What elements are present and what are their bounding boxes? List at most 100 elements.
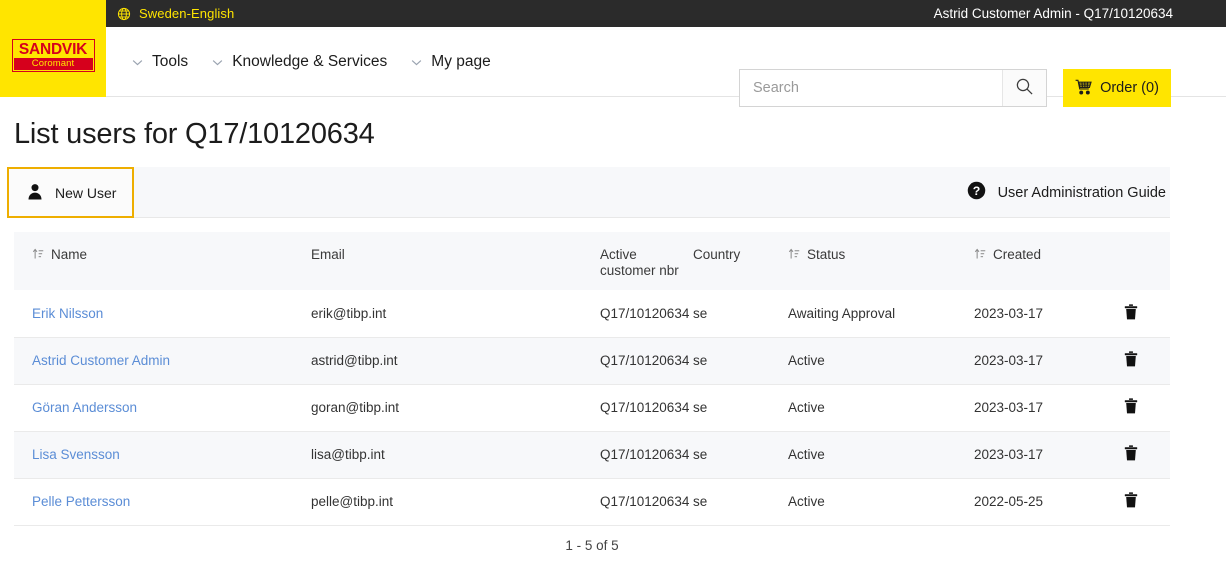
cell-email: lisa@tibp.int [311,447,385,462]
delete-user-button[interactable] [1124,492,1138,511]
nav-item-tools[interactable]: Tools [120,27,200,97]
table-row: Pelle Pettersson pelle@tibp.int Q17/1012… [14,478,1170,525]
logo-subwordmark: Coromant [13,58,93,70]
search-icon [1015,77,1034,99]
globe-icon [117,7,131,21]
new-user-button-label: New User [55,184,117,201]
cell-delete [1124,384,1170,431]
cell-active-customer-nbr: Q17/10120634 [600,305,690,321]
cell-active-customer-nbr: Q17/10120634 [600,400,690,415]
cell-status: Active [788,400,825,415]
cell-name: Astrid Customer Admin [14,337,311,384]
account-indicator[interactable]: Astrid Customer Admin - Q17/10120634 [934,0,1173,27]
cell-country: se [693,400,708,415]
cell-created: 2023-03-17 [974,400,1044,415]
main-navigation: Tools Knowledge & Services My page [120,27,503,97]
column-header-country-label: Country [693,247,741,262]
users-table-body: Erik Nilsson erik@tibp.int Q17/10120634 … [14,290,1170,525]
sandvik-coromant-logo[interactable]: SANDVIK Coromant [0,0,106,97]
chevron-down-icon [212,59,223,66]
sort-ascending-icon [32,248,44,263]
column-header-created[interactable]: Created [974,232,1124,290]
trash-icon [1124,304,1138,323]
chevron-down-icon [132,59,143,66]
cell-active-customer-nbr: Q17/10120634 [600,447,690,462]
cell-country: se [693,305,708,321]
user-link[interactable]: Lisa Svensson [32,447,120,462]
user-link[interactable]: Erik Nilsson [32,306,103,321]
search-button[interactable] [1002,70,1046,106]
order-button[interactable]: Order (0) [1063,69,1171,107]
cell-created: 2023-03-17 [974,353,1044,368]
column-header-email: Email [311,232,600,290]
column-header-email-label: Email [311,247,345,262]
table-action-bar: New User ? User Administration Guide [7,167,1170,218]
users-table-head: Name Email Active customer nbr Country S… [14,232,1170,290]
site-header: SANDVIK Coromant Tools Knowledge & Servi… [0,0,1226,107]
delete-user-button[interactable] [1124,398,1138,417]
page-title: List users for Q17/10120634 [14,118,375,150]
cell-country: se [693,447,708,462]
nav-item-knowledge-services[interactable]: Knowledge & Services [200,27,399,97]
nav-item-knowledge-services-label: Knowledge & Services [232,53,388,70]
cell-delete [1124,337,1170,384]
logo-wordmark: SANDVIK [18,41,88,58]
nav-item-my-page-label: My page [431,53,491,70]
column-header-active-customer-nbr-label: Active customer nbr [600,247,679,278]
table-row: Erik Nilsson erik@tibp.int Q17/10120634 … [14,290,1170,337]
cell-status: Active [788,447,825,462]
cell-status: Awaiting Approval [788,305,896,321]
nav-item-tools-label: Tools [152,53,189,70]
order-button-label: Order (0) [1100,80,1159,96]
cell-name: Pelle Pettersson [14,478,311,525]
cell-name: Lisa Svensson [14,431,311,478]
column-header-delete [1124,232,1170,290]
language-label: Sweden-English [139,6,235,21]
trash-icon [1124,445,1138,464]
cell-country: se [693,353,708,368]
column-header-name-label: Name [51,247,88,262]
delete-user-button[interactable] [1124,351,1138,370]
user-link[interactable]: Astrid Customer Admin [32,353,170,368]
user-link[interactable]: Pelle Pettersson [32,494,130,509]
user-administration-guide-label: User Administration Guide [997,184,1166,201]
cell-active-customer-nbr: Q17/10120634 [600,353,690,368]
user-administration-guide-link[interactable]: ? User Administration Guide [967,167,1166,218]
table-row: Lisa Svensson lisa@tibp.int Q17/10120634… [14,431,1170,478]
cell-delete [1124,290,1170,337]
trash-icon [1124,351,1138,370]
user-link[interactable]: Göran Andersson [32,400,137,415]
pagination: 1 - 5 of 5 [14,537,1170,555]
table-row: Göran Andersson goran@tibp.int Q17/10120… [14,384,1170,431]
new-user-button[interactable]: New User [7,167,134,218]
cell-delete [1124,431,1170,478]
nav-item-my-page[interactable]: My page [399,27,502,97]
cart-icon [1075,79,1092,98]
column-header-name[interactable]: Name [14,232,311,290]
cell-email: pelle@tibp.int [311,494,394,509]
search-bar [739,69,1047,107]
chevron-down-icon [411,59,422,66]
trash-icon [1124,398,1138,417]
users-table: Name Email Active customer nbr Country S… [14,232,1170,526]
language-selector[interactable]: Sweden-English [117,0,234,27]
logo-mark: SANDVIK Coromant [11,39,95,72]
cell-delete [1124,478,1170,525]
table-header-row: Name Email Active customer nbr Country S… [14,232,1170,290]
search-input[interactable] [740,70,1002,106]
cell-created: 2023-03-17 [974,305,1044,321]
cell-status: Active [788,494,825,509]
cell-email: goran@tibp.int [311,400,400,415]
delete-user-button[interactable] [1124,445,1138,464]
delete-user-button[interactable] [1124,304,1138,323]
column-header-status[interactable]: Status [788,232,974,290]
cell-email: astrid@tibp.int [311,353,398,368]
column-header-status-label: Status [807,247,846,262]
cell-email: erik@tibp.int [311,305,387,321]
column-header-country: Country [693,232,788,290]
sort-ascending-icon [788,248,800,263]
pagination-summary: 1 - 5 of 5 [565,538,619,553]
cell-name: Erik Nilsson [14,290,311,337]
person-icon [27,183,43,203]
table-row: Astrid Customer Admin astrid@tibp.int Q1… [14,337,1170,384]
